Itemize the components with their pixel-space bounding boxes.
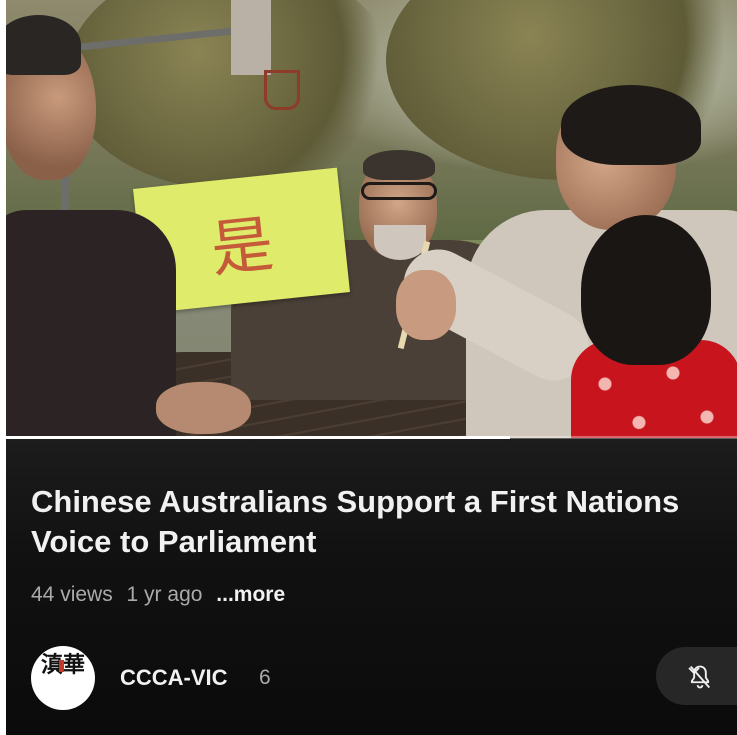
notification-button[interactable] <box>656 647 737 705</box>
upload-age: 1 yr ago <box>126 583 203 606</box>
video-player[interactable]: 是 Y <box>6 0 737 438</box>
channel-row: 滇華 CCCA-VIC 6 <box>31 643 737 713</box>
basketball-hoop <box>264 70 300 110</box>
video-title[interactable]: Chinese Australians Support a First Nati… <box>31 482 681 562</box>
person-left-hair <box>6 15 81 75</box>
video-screen: 是 Y Chinese Australians Support a First … <box>6 0 737 735</box>
person-left <box>6 10 176 438</box>
subscriber-count: 6 <box>259 666 271 689</box>
backboard <box>231 0 271 75</box>
clasped-hands <box>156 382 251 434</box>
channel-avatar[interactable]: 滇華 <box>31 646 95 710</box>
person-right-hand <box>396 270 456 340</box>
channel-name[interactable]: CCCA-VIC <box>120 665 228 691</box>
person-center-hair <box>363 150 435 180</box>
child <box>566 215 737 438</box>
child-hair <box>581 215 711 365</box>
video-metadata[interactable]: 44 views 1 yr ago ...more <box>31 583 293 607</box>
person-right-hair <box>561 85 701 165</box>
chevron-down-icon <box>688 667 700 675</box>
view-count: 44 views <box>31 583 113 606</box>
video-info-panel: Chinese Australians Support a First Nati… <box>6 439 737 735</box>
avatar-seal <box>59 660 64 672</box>
more-button[interactable]: ...more <box>216 583 285 606</box>
person-left-jacket <box>6 210 176 438</box>
